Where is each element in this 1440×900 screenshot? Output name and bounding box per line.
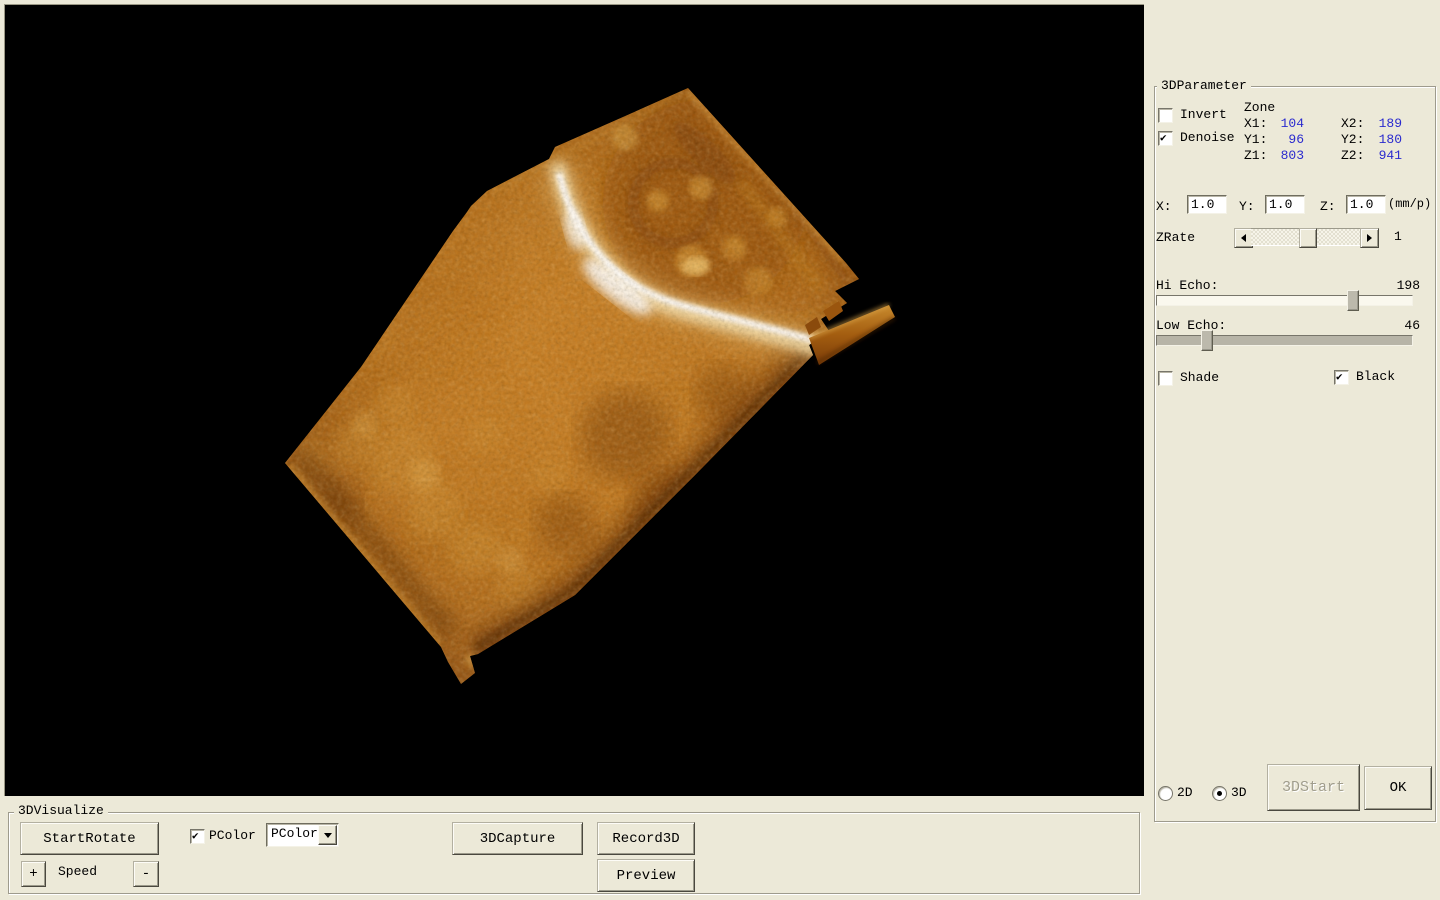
black-label: Black <box>1356 369 1395 384</box>
view-3d-label: 3D <box>1231 785 1247 800</box>
low-echo-slider-thumb[interactable] <box>1201 330 1213 351</box>
zrate-scroll-right-button[interactable] <box>1360 228 1379 248</box>
hi-echo-slider-thumb[interactable] <box>1347 290 1359 311</box>
zone-label: Zone <box>1244 100 1275 115</box>
pcolor-label: PColor <box>209 828 256 843</box>
zone-z2-value: 941 <box>1364 148 1402 163</box>
scale-y-label: Y: <box>1239 199 1255 214</box>
shade-label: Shade <box>1180 370 1219 385</box>
low-echo-value: 46 <box>1380 318 1420 333</box>
speed-plus-button[interactable]: + <box>21 861 46 887</box>
zone-y2-value: 180 <box>1364 132 1402 147</box>
ultrasound-3d-render <box>5 5 1144 796</box>
parameter-groupbox-title: 3DParameter <box>1157 79 1251 93</box>
hi-echo-slider[interactable] <box>1156 295 1413 306</box>
start-3d-button[interactable]: 3DStart <box>1267 764 1360 811</box>
scale-unit-label: (mm/p) <box>1388 197 1431 212</box>
view-2d-radio[interactable] <box>1158 786 1173 801</box>
application-window: 3DParameter Invert Denoise Zone X1: 104 … <box>0 0 1440 900</box>
start-rotate-button[interactable]: StartRotate <box>20 822 159 855</box>
zone-x1-label: X1: <box>1244 116 1267 131</box>
hi-echo-value: 198 <box>1380 278 1420 293</box>
zone-z2-label: Z2: <box>1341 148 1364 163</box>
scale-z-label: Z: <box>1320 199 1336 214</box>
zone-y2-label: Y2: <box>1341 132 1364 147</box>
invert-label: Invert <box>1180 107 1227 122</box>
pcolor-checkbox[interactable] <box>190 829 205 844</box>
dropdown-arrow-icon <box>324 833 332 838</box>
zrate-label: ZRate <box>1156 230 1195 245</box>
zrate-scrollbar[interactable] <box>1234 228 1379 246</box>
scale-x-input[interactable] <box>1187 195 1227 214</box>
speed-label: Speed <box>58 864 97 879</box>
record-3d-button[interactable]: Record3D <box>597 822 695 855</box>
zrate-value: 1 <box>1394 229 1402 244</box>
zone-z1-label: Z1: <box>1244 148 1267 163</box>
speed-minus-button[interactable]: - <box>133 861 159 887</box>
scroll-left-icon <box>1241 234 1246 242</box>
denoise-label: Denoise <box>1180 130 1235 145</box>
zone-y1-value: 96 <box>1268 132 1304 147</box>
render-viewport[interactable] <box>4 4 1144 796</box>
low-echo-slider[interactable] <box>1156 335 1413 346</box>
pcolor-dropdown-value: PColor <box>271 826 318 841</box>
hi-echo-label: Hi Echo: <box>1156 278 1218 293</box>
scroll-right-icon <box>1367 234 1372 242</box>
invert-checkbox[interactable] <box>1158 108 1173 123</box>
view-2d-label: 2D <box>1177 785 1193 800</box>
black-checkbox[interactable] <box>1334 370 1349 385</box>
visualize-groupbox-title: 3DVisualize <box>14 804 108 818</box>
preview-button[interactable]: Preview <box>597 859 695 892</box>
capture-3d-button[interactable]: 3DCapture <box>452 822 583 855</box>
zrate-scroll-thumb[interactable] <box>1299 228 1317 248</box>
zone-z1-value: 803 <box>1268 148 1304 163</box>
zone-x2-value: 189 <box>1364 116 1402 131</box>
ok-button[interactable]: OK <box>1364 766 1432 810</box>
zone-x2-label: X2: <box>1341 116 1364 131</box>
scale-x-label: X: <box>1156 199 1172 214</box>
pcolor-dropdown-button[interactable] <box>318 825 337 845</box>
scale-z-input[interactable] <box>1346 195 1386 214</box>
shade-checkbox[interactable] <box>1158 371 1173 386</box>
zone-x1-value: 104 <box>1268 116 1304 131</box>
denoise-checkbox[interactable] <box>1158 131 1173 146</box>
view-3d-radio[interactable] <box>1212 786 1227 801</box>
zone-y1-label: Y1: <box>1244 132 1267 147</box>
low-echo-label: Low Echo: <box>1156 318 1226 333</box>
pcolor-dropdown[interactable]: PColor <box>266 823 339 847</box>
scale-y-input[interactable] <box>1265 195 1305 214</box>
